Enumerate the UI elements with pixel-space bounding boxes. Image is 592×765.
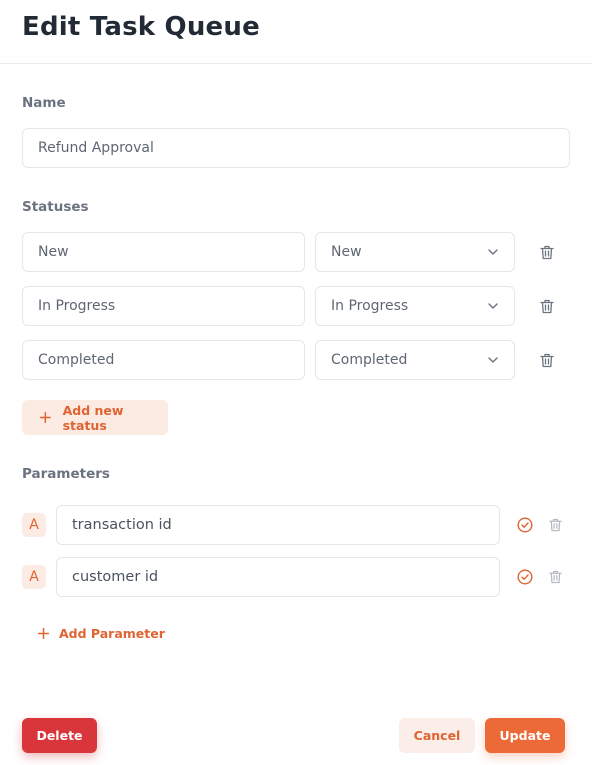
check-circle-icon xyxy=(517,569,533,585)
status-type-select[interactable]: New xyxy=(315,232,515,272)
param-required-toggle[interactable] xyxy=(515,515,535,535)
status-type-select[interactable]: Completed xyxy=(315,340,515,380)
add-parameter-button[interactable]: Add Parameter xyxy=(38,626,165,641)
status-name-input[interactable]: Completed xyxy=(22,340,305,380)
trash-icon xyxy=(540,353,554,367)
delete-status-button[interactable] xyxy=(537,350,557,370)
param-required-toggle[interactable] xyxy=(515,567,535,587)
parameters-label: Parameters xyxy=(22,466,110,482)
status-type-value: Completed xyxy=(331,352,408,368)
trash-icon xyxy=(540,245,554,259)
name-label: Name xyxy=(22,95,66,111)
delete-status-button[interactable] xyxy=(537,242,557,262)
plus-icon xyxy=(40,412,51,423)
param-name-input[interactable]: transaction id xyxy=(56,505,500,545)
status-name-input[interactable]: New xyxy=(22,232,305,272)
modal-header: Edit Task Queue xyxy=(0,0,592,64)
delete-button[interactable]: Delete xyxy=(22,718,97,753)
delete-param-button[interactable] xyxy=(545,567,565,587)
param-type-badge[interactable]: A xyxy=(22,513,46,537)
param-type-badge[interactable]: A xyxy=(22,565,46,589)
status-type-select[interactable]: In Progress xyxy=(315,286,515,326)
add-status-label: Add new status xyxy=(62,402,124,433)
chevron-down-icon xyxy=(487,354,499,366)
page-title: Edit Task Queue xyxy=(22,12,260,42)
add-status-button[interactable]: Add new status xyxy=(22,400,168,435)
trash-icon xyxy=(548,570,562,584)
statuses-label: Statuses xyxy=(22,199,89,215)
chevron-down-icon xyxy=(487,246,499,258)
add-parameter-label: Add Parameter xyxy=(59,626,165,641)
name-input[interactable]: Refund Approval xyxy=(22,128,570,168)
param-name-input[interactable]: customer id xyxy=(56,557,500,597)
trash-icon xyxy=(540,299,554,313)
chevron-down-icon xyxy=(487,300,499,312)
update-button[interactable]: Update xyxy=(485,718,565,753)
check-circle-icon xyxy=(517,517,533,533)
cancel-button[interactable]: Cancel xyxy=(399,718,475,753)
plus-icon xyxy=(38,628,49,639)
status-name-input[interactable]: In Progress xyxy=(22,286,305,326)
trash-icon xyxy=(548,518,562,532)
status-type-value: New xyxy=(331,244,362,260)
delete-status-button[interactable] xyxy=(537,296,557,316)
status-type-value: In Progress xyxy=(331,298,409,314)
delete-param-button[interactable] xyxy=(545,515,565,535)
